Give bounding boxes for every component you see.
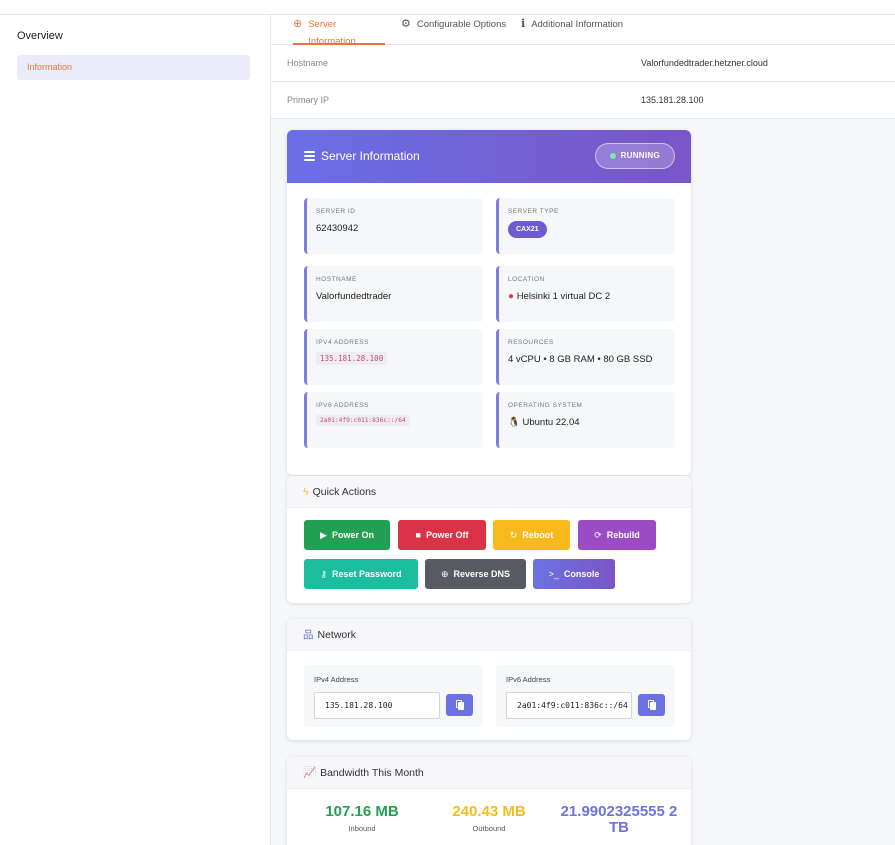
ipv4-code: 135.181.28.100 xyxy=(316,352,388,365)
info-value: 135.181.28.100 xyxy=(641,95,704,105)
key-icon: ⚷ xyxy=(320,569,328,579)
outbound-label: Outbound xyxy=(472,824,506,833)
field-label: SERVER ID xyxy=(316,208,356,215)
card-title: Network xyxy=(317,628,357,641)
bandwidth-card: 📈 Bandwidth This Month 107.16 MB Inbound… xyxy=(287,757,691,845)
reset-password-button[interactable]: ⚷ Reset Password xyxy=(304,559,418,589)
field-hostname: HOSTNAME Valorfundedtrader xyxy=(304,266,483,322)
reverse-dns-button[interactable]: ⊕ Reverse DNS xyxy=(425,559,526,589)
inbound-value: 107.16 MB xyxy=(325,803,399,820)
outbound-value: 240.43 MB xyxy=(452,803,526,820)
field-server-id: SERVER ID 62430942 xyxy=(304,198,483,254)
info-label: Primary IP xyxy=(287,95,330,105)
ipv6-label: IPv6 Address xyxy=(506,675,551,684)
field-resources: RESOURCES 4 vCPU • 8 GB RAM • 80 GB SSD xyxy=(496,329,675,385)
card-title: Bandwidth This Month xyxy=(320,766,424,779)
field-label: RESOURCES xyxy=(508,339,554,346)
rebuild-button[interactable]: ⟳ Rebuild xyxy=(578,520,656,550)
power-on-button[interactable]: ▶ Power On xyxy=(304,520,390,550)
field-operating-system: OPERATING SYSTEM 🐧 Ubuntu 22.04 xyxy=(496,392,675,448)
main-content: ⊕ Server Information ⚙ Configurable Opti… xyxy=(270,15,895,845)
field-label: HOSTNAME xyxy=(316,276,357,283)
ipv6-box: IPv6 Address 2a01:4f9:c011:836c::/64 xyxy=(496,665,675,727)
bandwidth-header: 📈 Bandwidth This Month xyxy=(287,757,691,789)
server-info-header: Server Information RUNNING xyxy=(287,130,691,183)
field-value: 62430942 xyxy=(316,223,359,234)
field-label: LOCATION xyxy=(508,276,545,283)
status-label: RUNNING xyxy=(620,151,660,160)
power-off-button[interactable]: ■ Power Off xyxy=(398,520,486,550)
sidebar-item-information[interactable]: Information xyxy=(17,55,250,80)
ipv4-label: IPv4 Address xyxy=(314,675,359,684)
tab-label: Additional Information xyxy=(531,19,624,30)
field-ipv6: IPV6 ADDRESS 2a01:4f9:c011:836c::/64 xyxy=(304,392,483,448)
field-value: 4 vCPU • 8 GB RAM • 80 GB SSD xyxy=(508,354,653,365)
info-value: Valorfundedtrader.hetzner.cloud xyxy=(641,58,768,68)
bandwidth-total: 21.9902325555 2 TB xyxy=(559,804,679,836)
field-location: LOCATION ● Helsinki 1 virtual DC 2 xyxy=(496,266,675,322)
field-server-type: SERVER TYPE CAX21 xyxy=(496,198,675,254)
chart-line-icon: 📈 xyxy=(303,766,317,779)
ipv6-code: 2a01:4f9:c011:836c::/64 xyxy=(316,415,410,426)
linux-icon: 🐧 xyxy=(508,417,520,428)
field-label: OPERATING SYSTEM xyxy=(508,402,583,409)
globe-icon: ⊕ xyxy=(293,18,303,30)
tab-label: Configurable Options xyxy=(416,19,507,30)
copy-ipv4-button[interactable] xyxy=(446,694,473,716)
globe-icon: ⊕ xyxy=(440,569,449,579)
server-list-icon xyxy=(304,151,315,161)
ipv4-box: IPv4 Address 135.181.28.100 xyxy=(304,665,483,727)
info-label: Hostname xyxy=(287,58,329,68)
info-row-hostname: Hostname Valorfundedtrader.hetzner.cloud xyxy=(271,45,895,82)
total-value: 21.9902325555 2 TB xyxy=(560,803,678,836)
field-value: Helsinki 1 virtual DC 2 xyxy=(516,291,611,302)
bolt-icon: ϟ xyxy=(303,485,309,498)
ipv6-input[interactable]: 2a01:4f9:c011:836c::/64 xyxy=(506,692,632,719)
status-badge: RUNNING xyxy=(594,143,675,169)
reboot-button[interactable]: ↻ Reboot xyxy=(493,520,570,550)
info-row-primary-ip: Primary IP 135.181.28.100 xyxy=(271,82,895,119)
server-info-card: Server Information RUNNING SERVER ID 624… xyxy=(287,130,691,475)
field-label: IPV6 ADDRESS xyxy=(316,402,369,409)
card-title: Quick Actions xyxy=(312,485,377,498)
field-label: SERVER TYPE xyxy=(508,208,559,215)
tab-bar: ⊕ Server Information ⚙ Configurable Opti… xyxy=(271,15,895,47)
field-ipv4: IPV4 ADDRESS 135.181.28.100 xyxy=(304,329,483,385)
sync-icon: ⟳ xyxy=(594,530,602,540)
bandwidth-outbound: 240.43 MB Outbound xyxy=(444,803,534,834)
network-wired-icon: 品 xyxy=(303,628,314,641)
field-value: Valorfundedtrader xyxy=(316,291,392,302)
tab-additional-information[interactable]: i Additional Information xyxy=(521,15,623,45)
play-icon: ▶ xyxy=(320,530,327,540)
quick-actions-card: ϟ Quick Actions ▶ Power On ■ Power Off ↻ Re… xyxy=(287,476,691,603)
network-card: 品 Network IPv4 Address 135.181.28.100 IP… xyxy=(287,619,691,740)
console-button[interactable]: >_ Console xyxy=(533,559,615,589)
copy-ipv6-button[interactable] xyxy=(638,694,665,716)
field-value: Ubuntu 22.04 xyxy=(522,417,580,428)
network-header: 品 Network xyxy=(287,619,691,651)
stop-icon: ■ xyxy=(415,530,421,540)
terminal-icon: >_ xyxy=(548,569,559,579)
cogs-icon: ⚙ xyxy=(401,18,411,30)
page-header xyxy=(0,0,895,15)
map-marker-icon: ● xyxy=(508,291,515,302)
bandwidth-inbound: 107.16 MB Inbound xyxy=(317,803,407,834)
server-type-badge: CAX21 xyxy=(508,221,547,238)
sidebar-heading: Overview xyxy=(17,30,63,42)
server-info-title: Server Information xyxy=(321,149,420,163)
field-label: IPV4 ADDRESS xyxy=(316,339,369,346)
quick-actions-header: ϟ Quick Actions xyxy=(287,476,691,508)
redo-icon: ↻ xyxy=(509,530,518,540)
ipv4-input[interactable]: 135.181.28.100 xyxy=(314,692,440,719)
tab-configurable-options[interactable]: ⚙ Configurable Options xyxy=(401,15,506,45)
sidebar: Overview Information xyxy=(0,15,270,845)
status-dot-icon xyxy=(609,153,616,159)
tab-server-information[interactable]: ⊕ Server Information xyxy=(293,15,385,47)
inbound-label: Inbound xyxy=(348,824,376,833)
info-icon: i xyxy=(521,17,526,30)
